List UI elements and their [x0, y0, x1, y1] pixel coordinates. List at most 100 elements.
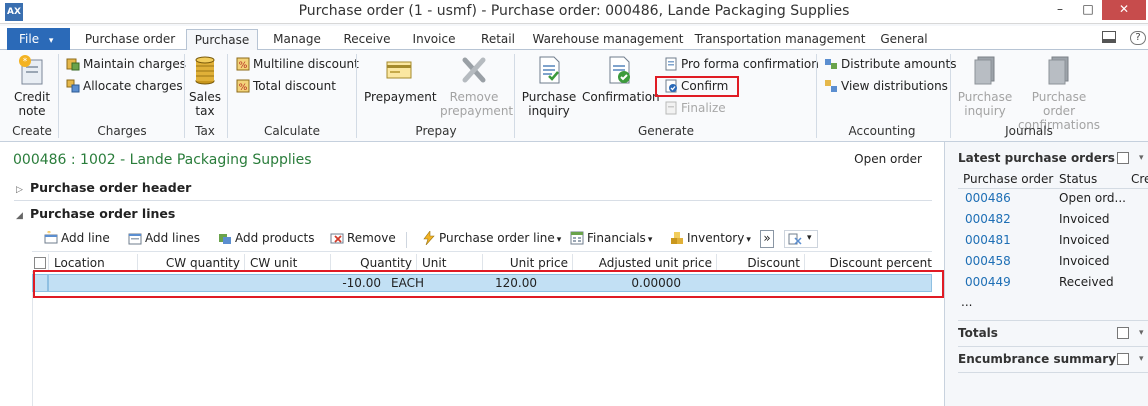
purchase-order-header-section[interactable]: ▷ Purchase order header [16, 180, 191, 195]
maximize-button[interactable]: □ [1074, 0, 1102, 20]
sales-tax-button[interactable]: Sales tax [188, 54, 222, 118]
column-header-adjusted-unit-price[interactable]: Adjusted unit price [576, 256, 712, 270]
tab-receive[interactable]: Receive [334, 29, 400, 51]
group-label-calculate: Calculate [263, 124, 321, 138]
svg-text:*: * [47, 231, 51, 238]
purchase-order-line-menu[interactable]: Purchase order line ▾ [422, 231, 561, 245]
order-status: Open order [854, 152, 922, 166]
add-lines-button[interactable]: Add lines [128, 231, 200, 245]
finalize-label: Finalize [681, 101, 726, 115]
allocate-charges-button[interactable]: Allocate charges [66, 77, 183, 95]
multiline-discount-button[interactable]: % Multiline discount [236, 55, 359, 73]
tab-invoice[interactable]: Invoice [402, 29, 466, 51]
order-link[interactable]: 000449 [965, 275, 1011, 289]
allocate-charges-icon [66, 79, 80, 93]
inventory-menu[interactable]: Inventory ▾ [670, 231, 751, 245]
lines-section-label: Purchase order lines [30, 206, 176, 221]
purchase-order-lines-section[interactable]: ◢ Purchase order lines [16, 206, 175, 221]
tab-purchase-order[interactable]: Purchase order [78, 29, 182, 51]
finalize-icon [665, 101, 677, 115]
column-header-quantity[interactable]: Quantity [334, 256, 412, 270]
chevron-down-icon[interactable]: ▾ [1139, 153, 1144, 163]
order-link[interactable]: 000482 [965, 212, 1011, 226]
more-orders-link[interactable]: ... [961, 295, 972, 309]
column-header-unit-price[interactable]: Unit price [486, 256, 568, 270]
journal-inquiry-label-2: inquiry [964, 104, 1006, 118]
pro-forma-icon [665, 57, 677, 71]
tab-manage[interactable]: Manage [262, 29, 332, 51]
pro-forma-label: Pro forma confirmation [681, 57, 819, 71]
column-header-location[interactable]: Location [54, 256, 105, 270]
encumbrance-summary-title[interactable]: Encumbrance summary [958, 352, 1116, 366]
more-commands-button[interactable]: » [760, 230, 774, 248]
column-header-cw-unit[interactable]: CW unit [250, 256, 297, 270]
column-header-discount[interactable]: Discount [720, 256, 800, 270]
maintain-charges-icon [66, 58, 80, 71]
tab-general[interactable]: General [872, 29, 936, 51]
group-separator [514, 54, 515, 138]
group-label-generate: Generate [637, 124, 695, 138]
total-discount-label: Total discount [253, 79, 336, 93]
group-separator [58, 54, 59, 138]
add-line-button[interactable]: * Add line [44, 231, 110, 245]
pro-forma-confirmation-button[interactable]: Pro forma confirmation [664, 55, 819, 73]
minimize-button[interactable]: – [1046, 0, 1074, 20]
factbox-options-icon[interactable] [1117, 353, 1129, 365]
confirmation-button[interactable]: Confirmation [582, 54, 660, 104]
tab-warehouse-management[interactable]: Warehouse management [530, 29, 686, 51]
tab-transportation-management[interactable]: Transportation management [692, 29, 868, 51]
column-header-discount-percent[interactable]: Discount percent [808, 256, 932, 270]
coins-icon [195, 56, 215, 85]
column-header-created[interactable]: Cre [1131, 172, 1148, 186]
order-link[interactable]: 000486 [965, 191, 1011, 205]
po-line-label: Purchase order line [439, 231, 555, 245]
finalize-button[interactable]: Finalize [664, 99, 726, 117]
title-bar: AX Purchase order (1 - usmf) - Purchase … [0, 0, 1148, 24]
add-products-button[interactable]: Add products [218, 231, 314, 245]
confirmation-label: Confirmation [582, 90, 660, 104]
po-confirmations-button[interactable]: Purchase order confirmations [1016, 54, 1102, 132]
column-header-cw-quantity[interactable]: CW quantity [140, 256, 240, 270]
column-header-status[interactable]: Status [1059, 172, 1097, 186]
header-section-label: Purchase order header [30, 180, 192, 195]
view-distributions-button[interactable]: View distributions [824, 77, 948, 95]
remove-label: Remove [347, 231, 396, 245]
maintain-charges-button[interactable]: Maintain charges [66, 55, 186, 73]
tab-file[interactable]: File ▾ [7, 28, 70, 50]
help-icon[interactable]: ? [1130, 31, 1146, 45]
chevron-down-icon: ▾ [746, 235, 751, 245]
purchase-inquiry-label-1: Purchase [521, 90, 577, 104]
financials-menu[interactable]: Financials ▾ [570, 231, 652, 245]
group-separator [816, 54, 817, 138]
filter-options-button[interactable]: ▾ [784, 230, 818, 248]
select-all-checkbox[interactable] [34, 257, 46, 269]
order-link[interactable]: 000481 [965, 233, 1011, 247]
chevron-down-icon[interactable]: ▾ [1139, 328, 1144, 338]
totals-title[interactable]: Totals [958, 326, 998, 340]
column-header-purchase-order[interactable]: Purchase order [963, 172, 1053, 186]
group-separator [950, 54, 951, 138]
add-products-icon [219, 234, 231, 244]
credit-note-button[interactable]: * Credit note [10, 54, 54, 118]
allocate-charges-label: Allocate charges [83, 79, 183, 93]
column-header-unit[interactable]: Unit [422, 256, 446, 270]
prepayment-button[interactable]: Prepayment [364, 54, 437, 104]
layout-icon[interactable] [1102, 31, 1116, 46]
factbox-options-icon[interactable] [1117, 152, 1129, 164]
journal-purchase-inquiry-button[interactable]: Purchase inquiry [956, 54, 1014, 118]
order-link[interactable]: 000458 [965, 254, 1011, 268]
tab-retail[interactable]: Retail [472, 29, 524, 51]
remove-button[interactable]: Remove [330, 231, 396, 245]
purchase-inquiry-button[interactable]: Purchase inquiry [520, 54, 578, 118]
remove-prepayment-button[interactable]: Remove prepayment [440, 54, 513, 118]
distribute-amounts-button[interactable]: Distribute amounts [824, 55, 956, 73]
chevron-down-icon[interactable]: ▾ [1139, 354, 1144, 364]
close-button[interactable]: ✕ [1102, 0, 1146, 20]
factbox-options-icon[interactable] [1117, 327, 1129, 339]
ribbon: * Credit note Create Maintain charges Al… [0, 50, 1148, 142]
tab-purchase[interactable]: Purchase [186, 29, 258, 51]
total-discount-button[interactable]: % Total discount [236, 77, 336, 95]
latest-purchase-orders-title[interactable]: Latest purchase orders [958, 151, 1115, 165]
page-title: 000486 : 1002 - Lande Packaging Supplies [13, 152, 312, 168]
discount-icon: % [236, 57, 250, 71]
